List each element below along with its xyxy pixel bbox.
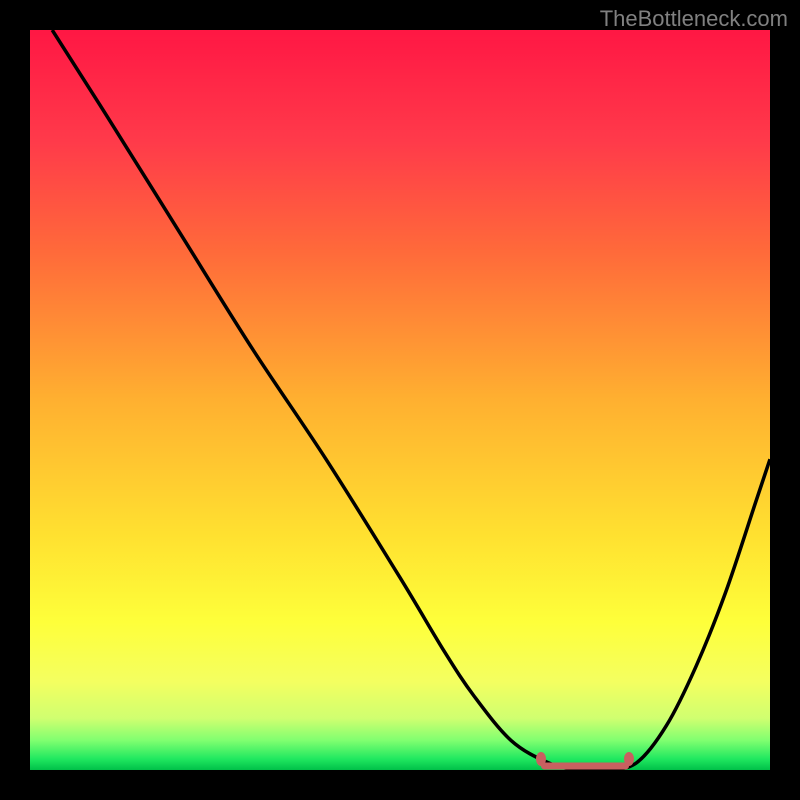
optimal-marker-left [536, 752, 546, 766]
curve-layer [30, 30, 770, 770]
plot-area [30, 30, 770, 770]
optimal-marker-right [624, 752, 634, 766]
watermark-text: TheBottleneck.com [600, 6, 788, 32]
optimal-region-bar [541, 763, 630, 770]
bottleneck-curve [52, 30, 770, 770]
